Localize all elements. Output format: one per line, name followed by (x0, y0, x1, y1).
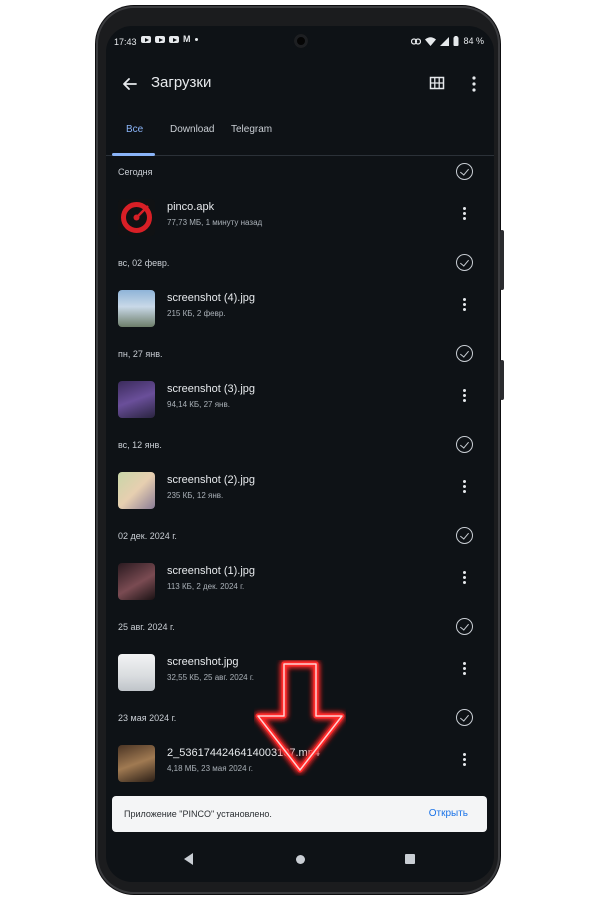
check-circle-icon[interactable] (456, 254, 473, 271)
image-thumbnail (118, 472, 155, 509)
date-section-header: вс, 02 февр. (106, 247, 494, 277)
phone-power-button (500, 360, 504, 400)
file-meta: 113 КБ, 2 дек. 2024 г. (167, 582, 245, 591)
battery-icon (453, 36, 459, 46)
youtube-icon (169, 36, 179, 43)
check-circle-icon[interactable] (456, 436, 473, 453)
back-arrow-icon[interactable] (120, 74, 140, 94)
list-item[interactable]: pinco.apk 77,73 МБ, 1 минуту назад (106, 188, 494, 246)
snackbar-message: Приложение "PINCO" установлено. (124, 809, 272, 819)
file-name: screenshot (4).jpg (167, 292, 256, 304)
nav-recents-icon[interactable] (405, 854, 415, 864)
gmail-icon: M (183, 34, 191, 44)
file-meta: 32,55 КБ, 25 авг. 2024 г. (167, 673, 254, 682)
section-date-label: вс, 12 янв. (118, 440, 162, 450)
image-thumbnail (118, 563, 155, 600)
image-thumbnail (118, 654, 155, 691)
list-item[interactable]: screenshot (4).jpg 215 КБ, 2 февр. (106, 279, 494, 337)
red-down-arrow-icon (255, 661, 345, 773)
image-thumbnail (118, 381, 155, 418)
status-time: 17:43 (114, 37, 137, 47)
more-vert-icon[interactable] (458, 660, 470, 682)
list-item[interactable]: screenshot (2).jpg 235 КБ, 12 янв. (106, 461, 494, 519)
tab-bar: Все Download Telegram (106, 119, 494, 156)
check-circle-icon[interactable] (456, 527, 473, 544)
check-circle-icon[interactable] (456, 163, 473, 180)
youtube-icon (141, 36, 151, 43)
notification-icons: M (141, 34, 198, 44)
more-vert-icon[interactable] (458, 205, 470, 227)
date-section-header: 02 дек. 2024 г. (106, 520, 494, 550)
tab-all[interactable]: Все (126, 124, 143, 135)
tab-telegram[interactable]: Telegram (231, 124, 272, 135)
app-thumbnail (118, 199, 155, 236)
app-bar: Загрузки (106, 68, 494, 104)
file-meta: 4,18 МБ, 23 мая 2024 г. (167, 764, 253, 773)
phone-volume-button (500, 230, 504, 290)
image-thumbnail (118, 290, 155, 327)
nav-back-icon[interactable] (184, 853, 193, 865)
file-name: screenshot (2).jpg (167, 474, 256, 486)
file-name: pinco.apk (167, 201, 215, 213)
video-thumbnail (118, 745, 155, 782)
section-date-label: пн, 27 янв. (118, 349, 163, 359)
more-vert-icon[interactable] (458, 751, 470, 773)
pinco-logo-icon (121, 202, 152, 233)
check-circle-icon[interactable] (456, 345, 473, 362)
youtube-icon (155, 36, 165, 43)
list-item[interactable]: screenshot (3).jpg 94,14 КБ, 27 янв. (106, 370, 494, 428)
more-vert-icon[interactable] (466, 74, 482, 94)
more-vert-icon[interactable] (458, 569, 470, 591)
section-date-label: 02 дек. 2024 г. (118, 531, 177, 541)
more-vert-icon[interactable] (458, 478, 470, 500)
status-bar: 17:43 M 84 % (106, 26, 494, 58)
status-right: 84 % (411, 36, 484, 46)
nav-home-icon[interactable] (296, 855, 305, 864)
battery-level: 84 % (463, 36, 484, 46)
wifi-icon (425, 36, 437, 46)
section-date-label: 25 авг. 2024 г. (118, 622, 175, 632)
file-name: screenshot (3).jpg (167, 383, 256, 395)
file-meta: 77,73 МБ, 1 минуту назад (167, 218, 263, 227)
more-vert-icon[interactable] (458, 387, 470, 409)
more-vert-icon[interactable] (458, 296, 470, 318)
date-section-header: пн, 27 янв. (106, 338, 494, 368)
link-icon (411, 37, 422, 45)
grid-view-icon[interactable] (429, 75, 445, 91)
more-notifications-dot (194, 38, 198, 41)
section-date-label: вс, 02 февр. (118, 258, 170, 268)
list-item[interactable]: screenshot (1).jpg 113 КБ, 2 дек. 2024 г… (106, 552, 494, 610)
check-circle-icon[interactable] (456, 618, 473, 635)
page-title: Загрузки (151, 74, 212, 91)
file-meta: 235 КБ, 12 янв. (167, 491, 224, 500)
section-date-label: Сегодня (118, 167, 153, 177)
signal-icon (440, 36, 450, 46)
date-section-header: вс, 12 янв. (106, 429, 494, 459)
install-snackbar: Приложение "PINCO" установлено. Открыть (112, 796, 487, 832)
file-meta: 215 КБ, 2 февр. (167, 309, 226, 318)
file-name: screenshot (1).jpg (167, 565, 256, 577)
system-nav-bar (106, 844, 494, 882)
tab-download[interactable]: Download (170, 124, 214, 135)
file-meta: 94,14 КБ, 27 янв. (167, 400, 230, 409)
section-date-label: 23 мая 2024 г. (118, 713, 177, 723)
check-circle-icon[interactable] (456, 709, 473, 726)
date-section-header: 25 авг. 2024 г. (106, 611, 494, 641)
file-name: screenshot.jpg (167, 656, 239, 668)
date-section-header: Сегодня (106, 156, 494, 186)
open-button[interactable]: Открыть (429, 808, 468, 819)
